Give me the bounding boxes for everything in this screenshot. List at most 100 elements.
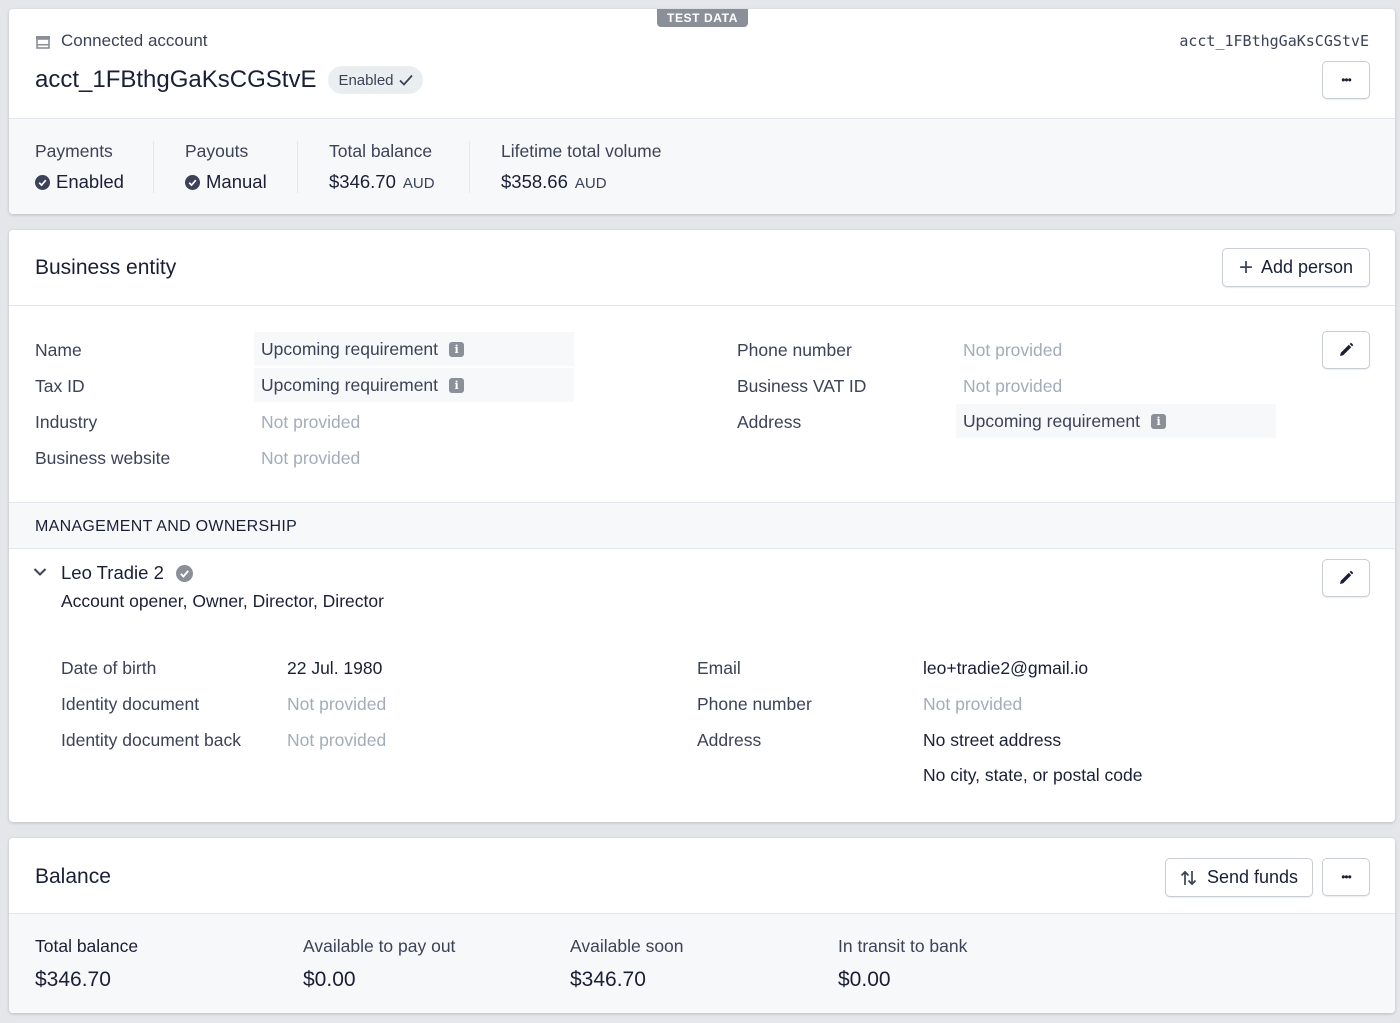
account-id-title: acct_1FBthgGaKsCGStvE	[35, 66, 317, 93]
balance-transit-label: In transit to bank	[838, 936, 968, 956]
identity-document-back-value: Not provided	[287, 730, 387, 750]
balance-summary: Total balance $346.70 Available to pay o…	[9, 914, 1395, 1013]
payments-status-text: Enabled	[56, 171, 124, 192]
stat-payments: Payments Enabled	[35, 141, 124, 193]
email-value[interactable]: leo+tradie2@gmail.io	[923, 658, 1088, 679]
send-funds-label: Send funds	[1206, 867, 1299, 887]
account-stats: Payments Enabled Payouts Manual Total ba…	[9, 119, 1395, 214]
status-badge: Enabled	[328, 66, 423, 94]
field-label-date-of-birth: Date of birth	[61, 658, 157, 678]
field-label-tax-id: Tax ID	[35, 376, 85, 396]
address-requirement[interactable]: Upcoming requirement i	[956, 404, 1276, 438]
name-requirement[interactable]: Upcoming requirement i	[254, 332, 574, 366]
add-person-button[interactable]: + Add person	[1222, 248, 1370, 287]
stat-lifetime-volume: Lifetime total volume $358.66 AUD	[501, 141, 662, 193]
field-label-industry: Industry	[35, 412, 98, 432]
plus-icon: +	[1238, 253, 1253, 281]
management-title: MANAGEMENT AND OWNERSHIP	[35, 518, 298, 535]
balance-card: Balance Send funds ••• Total balance $34…	[9, 838, 1395, 1013]
balance-available-label: Available to pay out	[303, 936, 456, 956]
balance-available: Available to pay out $0.00	[303, 936, 455, 992]
business-entity-title: Business entity	[35, 256, 177, 279]
balance-total-label: Total balance	[35, 936, 139, 956]
stat-payments-value: Enabled	[35, 171, 124, 193]
stat-lifetime-volume-label: Lifetime total volume	[501, 141, 662, 161]
vat-id-value: Not provided	[963, 376, 1063, 396]
balance-transit: In transit to bank $0.00	[838, 936, 967, 992]
stat-payouts-value: Manual	[185, 171, 267, 193]
stat-payments-label: Payments	[35, 141, 113, 161]
info-icon: i	[449, 341, 465, 357]
stat-total-balance-value: $346.70 AUD	[329, 171, 435, 193]
account-header-card: TEST DATA Connected account acct_1FBthgG…	[9, 9, 1395, 214]
more-icon: •••	[1341, 870, 1352, 884]
payouts-status-text: Manual	[206, 171, 267, 192]
name-value: Upcoming requirement	[261, 338, 439, 359]
tax-id-requirement[interactable]: Upcoming requirement i	[254, 368, 574, 402]
more-icon: •••	[1341, 73, 1352, 87]
person-phone-value: Not provided	[923, 694, 1023, 714]
divider	[469, 141, 470, 193]
edit-person-button[interactable]	[1322, 559, 1370, 597]
field-label-phone-number: Phone number	[737, 340, 852, 360]
balance-soon-value: $346.70	[570, 968, 646, 991]
field-label-address: Address	[737, 412, 802, 432]
divider	[297, 141, 298, 193]
store-icon	[35, 34, 51, 49]
balance-transit-value: $0.00	[838, 968, 891, 991]
lifetime-volume-currency: AUD	[574, 175, 607, 192]
transfer-icon	[1180, 870, 1197, 885]
field-label-email: Email	[697, 658, 741, 678]
edit-business-button[interactable]	[1322, 331, 1370, 369]
person-address-line1: No street address	[923, 730, 1062, 750]
account-title: acct_1FBthgGaKsCGStvE Enabled	[35, 66, 423, 94]
business-website-value: Not provided	[261, 448, 361, 468]
balance-soon-label: Available soon	[570, 936, 684, 956]
check-circle-icon	[185, 174, 200, 190]
connected-account-text: Connected account	[61, 31, 208, 50]
stat-lifetime-volume-value: $358.66 AUD	[501, 171, 662, 193]
business-entity-card: Business entity + Add person Name Upcomi…	[9, 230, 1395, 822]
field-label-person-address: Address	[697, 730, 762, 750]
person-name-text: Leo Tradie 2	[61, 562, 164, 583]
person-name[interactable]: Leo Tradie 2	[61, 562, 193, 584]
add-person-label: Add person	[1260, 257, 1354, 277]
pencil-icon	[1340, 570, 1354, 584]
lifetime-volume-amount: $358.66	[501, 171, 568, 192]
field-label-name: Name	[35, 340, 82, 360]
total-balance-currency: AUD	[402, 175, 435, 192]
balance-soon: Available soon $346.70	[570, 936, 684, 992]
management-header: MANAGEMENT AND OWNERSHIP	[9, 502, 1395, 549]
field-label-business-website: Business website	[35, 448, 171, 468]
connected-account-label: Connected account	[35, 31, 208, 51]
field-label-vat-id: Business VAT ID	[737, 376, 867, 396]
chevron-down-icon[interactable]	[33, 567, 47, 577]
account-more-button[interactable]: •••	[1322, 61, 1370, 99]
divider	[153, 141, 154, 193]
balance-total-value: $346.70	[35, 968, 111, 991]
address-value: Upcoming requirement	[963, 410, 1141, 431]
field-label-person-phone: Phone number	[697, 694, 812, 714]
field-label-identity-document: Identity document	[61, 694, 200, 714]
verified-icon	[175, 564, 193, 582]
tax-id-value: Upcoming requirement	[261, 374, 439, 395]
balance-available-value: $0.00	[303, 968, 356, 991]
info-icon: i	[1151, 413, 1167, 429]
person-address-line2: No city, state, or postal code	[923, 765, 1143, 785]
pencil-icon	[1340, 342, 1354, 356]
stat-payouts-label: Payouts	[185, 141, 249, 161]
status-badge-text: Enabled	[338, 71, 394, 89]
stat-total-balance: Total balance $346.70 AUD	[329, 141, 435, 193]
send-funds-button[interactable]: Send funds	[1165, 858, 1313, 897]
identity-document-value: Not provided	[287, 694, 387, 714]
balance-more-button[interactable]: •••	[1322, 858, 1370, 896]
field-label-identity-document-back: Identity document back	[61, 730, 241, 750]
balance-total: Total balance $346.70	[35, 936, 138, 992]
stat-total-balance-label: Total balance	[329, 141, 433, 161]
industry-value: Not provided	[261, 412, 361, 432]
phone-number-value: Not provided	[963, 340, 1063, 360]
total-balance-amount: $346.70	[329, 171, 396, 192]
account-id-mono[interactable]: acct_1FBthgGaKsCGStvE	[1179, 32, 1369, 50]
check-circle-icon	[35, 174, 50, 190]
person-roles: Account opener, Owner, Director, Directo…	[61, 591, 384, 611]
